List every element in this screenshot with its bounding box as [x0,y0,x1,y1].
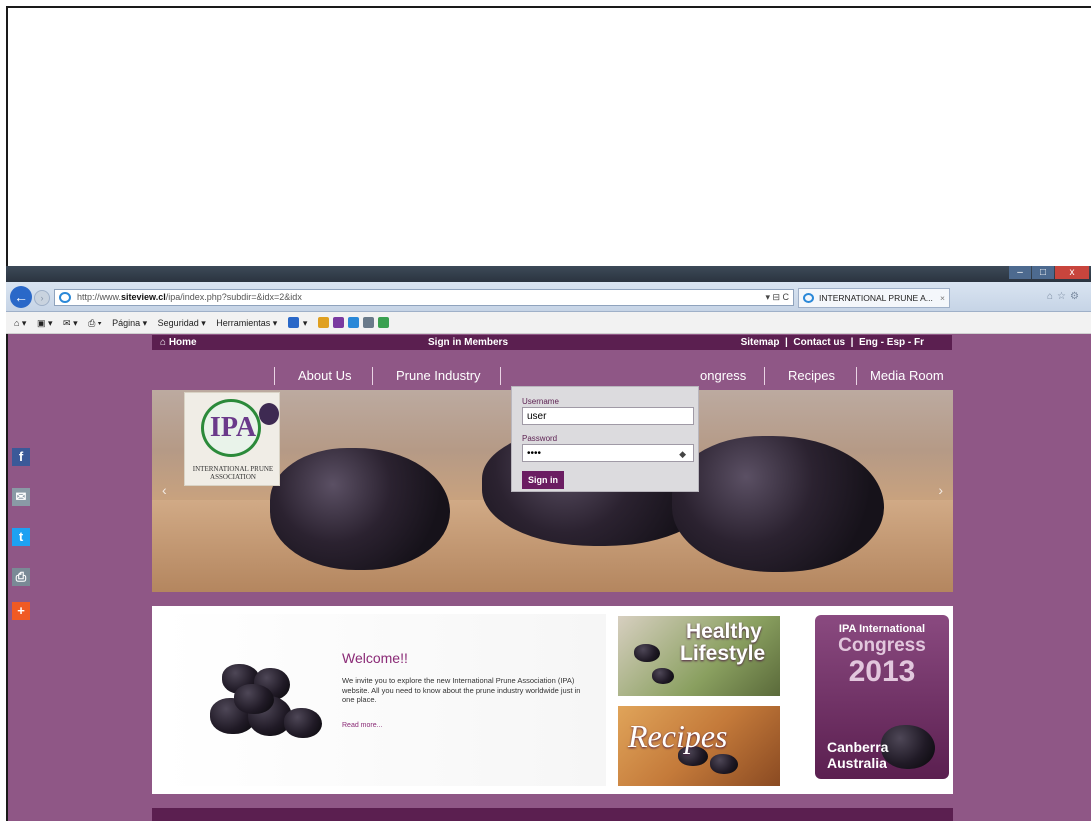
browser-tab[interactable]: INTERNATIONAL PRUNE A... × [798,288,950,308]
forward-button[interactable]: › [34,290,50,306]
healthy-title: Healthy [686,620,762,643]
mail-icon[interactable]: ✉ ▾ [63,318,78,328]
prune-image [270,448,450,570]
email-icon[interactable]: ✉ [12,488,30,506]
language-links[interactable]: Eng - Esp - Fr [859,337,924,348]
username-label: Username [522,397,559,406]
prune-image [652,668,674,684]
welcome-text: We invite you to explore the new Interna… [342,676,581,704]
content-panel: Welcome!! We invite you to explore the n… [152,606,953,794]
username-field[interactable] [522,407,694,425]
print-icon[interactable]: ⎙ ▾ [88,318,101,328]
close-window-button[interactable]: x [1055,266,1089,279]
help-icon[interactable]: ▾ [287,317,307,328]
healthy-lifestyle-tile[interactable]: Healthy Lifestyle [618,616,780,696]
recipes-title: Recipes [628,718,728,754]
lifestyle-title: Lifestyle [680,642,766,665]
congress-2013-tile[interactable]: IPA International Congress 2013 Canberra… [815,615,949,779]
ipa-logo[interactable]: IPA INTERNATIONAL PRUNE ASSOCIATION [184,392,280,486]
home-link-label: Home [168,337,197,348]
reveal-password-icon[interactable]: ◆ [679,449,686,460]
recipes-tile[interactable]: Recipes [618,706,780,786]
sign-in-members-link[interactable]: Sign in Members [428,335,508,350]
logo-caption: INTERNATIONAL PRUNE ASSOCIATION [192,465,274,481]
toolbar-addon-icons[interactable] [317,317,393,328]
sitemap-link[interactable]: Sitemap [741,337,780,348]
window-controls: – □ x [1009,266,1089,282]
topbar-links: Sitemap | Contact us | Eng - Esp - Fr [740,337,924,348]
twitter-icon[interactable]: t [12,528,30,546]
welcome-title: Welcome!! [342,650,408,666]
nav-separator [856,367,857,385]
congress-heading: IPA International [838,623,926,635]
congress-city: Canberra Australia [827,739,888,771]
tab-close-icon[interactable]: × [940,289,945,307]
prune-image [710,754,738,774]
prune-pile-image [234,684,274,714]
logo-text: IPA [209,412,257,443]
print-icon[interactable]: ⎙ [12,568,30,586]
read-more-link[interactable]: Read more... [342,722,382,729]
facebook-icon[interactable]: f [12,448,30,466]
nav-congress[interactable]: ongress [700,366,746,386]
url-prefix: http://www. [77,292,122,302]
password-label: Password [522,434,558,443]
maximize-button[interactable]: □ [1032,266,1054,279]
home-link[interactable]: ⌂ Home [160,335,197,350]
menu-herramientas[interactable]: Herramientas ▾ [216,318,277,328]
minimize-button[interactable]: – [1009,266,1031,279]
back-button[interactable]: ← [10,286,32,308]
australia-label: Australia [827,755,887,771]
feeds-icon[interactable]: ▣ ▾ [37,318,53,328]
address-tools[interactable]: ▾ ⊟ C [765,290,789,305]
canberra-label: Canberra [827,739,889,755]
prune-image [881,725,935,769]
prune-pile-image [284,708,322,738]
nav-recipes[interactable]: Recipes [788,366,835,386]
slider-prev-arrow[interactable]: ‹ [162,482,167,498]
nav-separator [372,367,373,385]
site-footer [152,808,953,821]
nav-separator [764,367,765,385]
command-bar: ⌂ ▾ ▣ ▾ ✉ ▾ ⎙ ▾ Página ▾ Seguridad ▾ Her… [6,312,1091,334]
tab-ie-icon [803,293,814,303]
prune-image [634,644,660,662]
url-domain: siteview.cl [121,292,166,302]
menu-pagina[interactable]: Página ▾ [112,318,147,328]
login-dropdown: Username Password ◆ Sign in [511,386,699,492]
congress-word: Congress [838,635,926,656]
share-plus-icon[interactable]: + [12,602,30,620]
site-topbar: ⌂ Home Sign in Members Sitemap | Contact… [152,335,952,350]
nav-separator [274,367,275,385]
prune-image [672,436,884,572]
nav-about-us[interactable]: About Us [298,366,351,386]
sign-in-button[interactable]: Sign in [522,471,564,489]
congress-year: 2013 [848,655,916,688]
main-nav: About Us Prune Industry ongress Recipes … [270,366,950,386]
welcome-card: Welcome!! We invite you to explore the n… [162,614,606,786]
website-page: ⌂ Home Sign in Members Sitemap | Contact… [8,334,1091,821]
contact-link[interactable]: Contact us [793,337,845,348]
ie-page-icon [59,292,71,303]
browser-titlebar [6,266,1091,282]
home-icon[interactable]: ⌂ ▾ [14,318,26,328]
url-path: /ipa/index.php?subdir=&idx=2&idx [165,292,302,302]
nav-separator [500,367,501,385]
menu-seguridad[interactable]: Seguridad ▾ [158,318,206,328]
password-field[interactable] [522,444,694,462]
home-star-gear-icons[interactable]: ⌂☆⚙ [1047,291,1083,302]
nav-media-room[interactable]: Media Room [870,366,944,386]
tab-title: INTERNATIONAL PRUNE A... [819,293,933,303]
slider-next-arrow[interactable]: › [938,482,943,498]
address-bar[interactable]: http://www.siteview.cl/ipa/index.php?sub… [54,289,794,306]
browser-navbar: ← › http://www.siteview.cl/ipa/index.php… [6,282,1091,312]
nav-prune-industry[interactable]: Prune Industry [396,366,481,386]
